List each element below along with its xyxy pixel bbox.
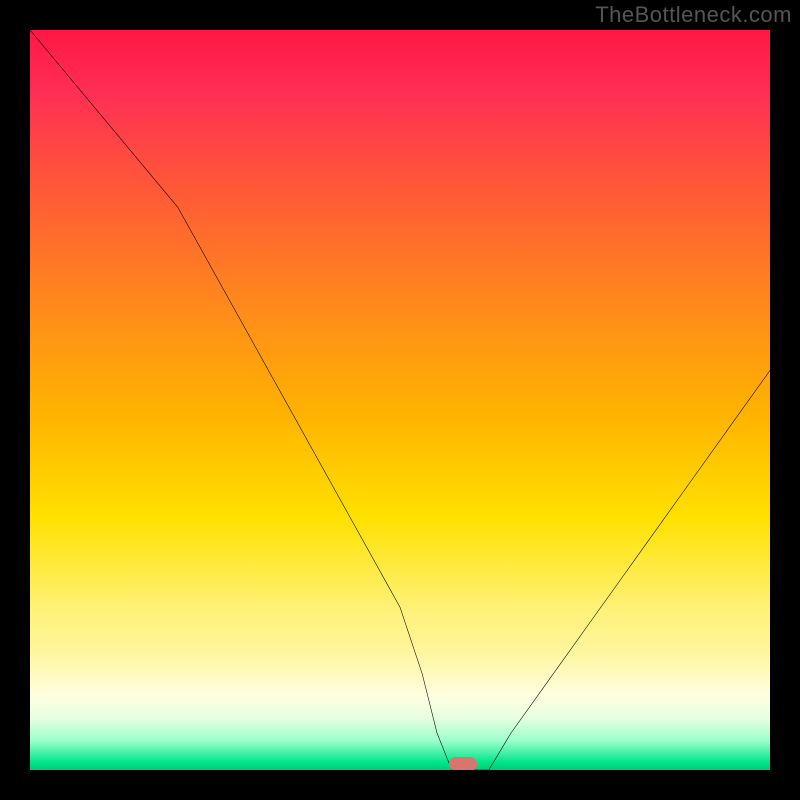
plot-area (30, 30, 770, 770)
bottleneck-curve (30, 30, 770, 770)
chart-frame: TheBottleneck.com (0, 0, 800, 800)
minimum-marker (449, 757, 477, 770)
watermark-text: TheBottleneck.com (595, 2, 792, 28)
